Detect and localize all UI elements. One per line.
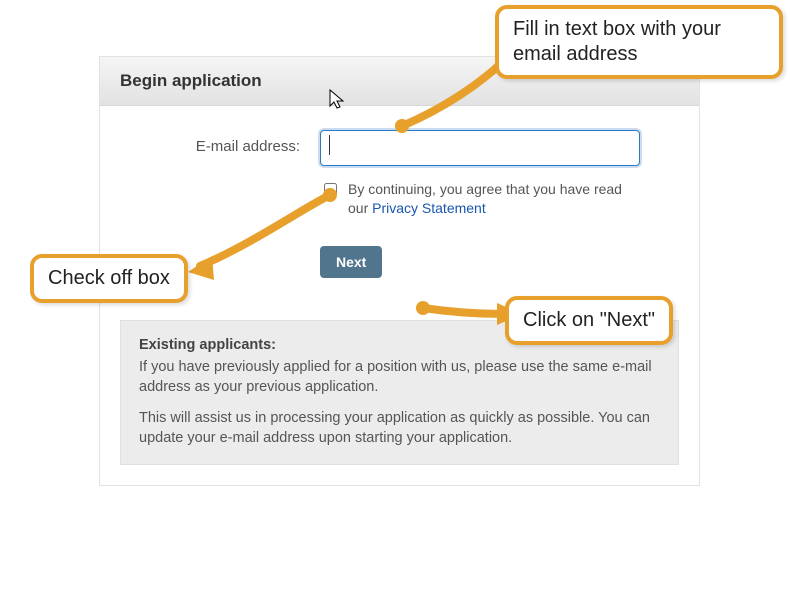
begin-application-panel: Begin application E-mail address: By con…: [99, 56, 700, 486]
note-paragraph-2: This will assist us in processing your a…: [139, 408, 660, 449]
callout-next: Click on "Next": [505, 296, 673, 345]
email-control: [320, 130, 679, 166]
email-row: E-mail address:: [120, 130, 679, 166]
consent-block: By continuing, you agree that you have r…: [320, 180, 640, 218]
privacy-statement-link[interactable]: Privacy Statement: [372, 200, 486, 216]
note-paragraph-1: If you have previously applied for a pos…: [139, 357, 660, 398]
callout-email: Fill in text box with your email address: [495, 5, 783, 79]
consent-control: By continuing, you agree that you have r…: [320, 180, 679, 296]
consent-checkbox[interactable]: [324, 182, 337, 197]
consent-spacer: [120, 180, 320, 188]
consent-text: By continuing, you agree that you have r…: [348, 180, 640, 218]
next-button[interactable]: Next: [320, 246, 382, 278]
text-caret-icon: [329, 135, 330, 155]
callout-checkbox: Check off box: [30, 254, 188, 303]
panel-body: E-mail address: By continuing, you agree…: [100, 106, 699, 320]
email-input[interactable]: [320, 130, 640, 166]
consent-row: By continuing, you agree that you have r…: [120, 180, 679, 296]
email-label: E-mail address:: [120, 130, 320, 155]
